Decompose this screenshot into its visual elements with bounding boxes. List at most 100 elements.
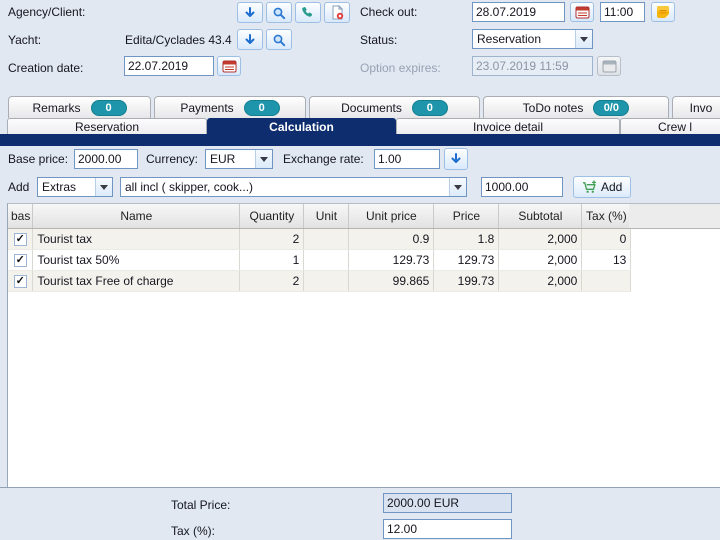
note-icon bbox=[656, 5, 670, 19]
cell-subtotal: 2,000 bbox=[499, 250, 582, 271]
option-expires-label: Option expires: bbox=[360, 61, 441, 75]
tab-invoice-cut[interactable]: Invo bbox=[672, 96, 720, 118]
active-tab-band bbox=[0, 134, 720, 146]
tab-reservation[interactable]: Reservation bbox=[7, 118, 207, 134]
tab-crew-list[interactable]: Crew l bbox=[620, 118, 720, 134]
add-type-select-value: Extras bbox=[38, 180, 95, 194]
cell-quantity: 2 bbox=[240, 229, 304, 250]
add-button-label: Add bbox=[601, 180, 622, 194]
cell-unit bbox=[304, 250, 349, 271]
search-icon bbox=[272, 33, 286, 47]
row-checkbox[interactable]: ✓ bbox=[14, 275, 27, 288]
cell-name: Tourist tax bbox=[33, 229, 240, 250]
exchange-rate-label: Exchange rate: bbox=[283, 152, 364, 166]
cell-unit-price: 99.865 bbox=[349, 271, 434, 292]
agency-remove-document-button[interactable] bbox=[324, 2, 350, 23]
tab-count-badge: 0 bbox=[412, 100, 448, 116]
yacht-label: Yacht: bbox=[8, 33, 41, 47]
table-row[interactable]: ✓ Tourist tax 2 0.9 1.8 2,000 0 bbox=[8, 229, 631, 250]
cell-name: Tourist tax Free of charge bbox=[33, 271, 240, 292]
total-price-field bbox=[383, 493, 512, 513]
yacht-down-arrow-button[interactable] bbox=[237, 29, 263, 50]
exchange-rate-input[interactable] bbox=[374, 149, 440, 169]
cell-tax: 13 bbox=[582, 250, 631, 271]
col-name[interactable]: Name bbox=[33, 204, 240, 229]
currency-select[interactable]: EUR bbox=[205, 149, 273, 169]
cell-subtotal: 2,000 bbox=[499, 271, 582, 292]
base-price-label: Base price: bbox=[8, 152, 68, 166]
row-checkbox[interactable]: ✓ bbox=[14, 233, 27, 246]
tab-documents[interactable]: Documents 0 bbox=[309, 96, 480, 118]
down-arrow-icon bbox=[243, 33, 257, 47]
agency-down-arrow-button[interactable] bbox=[237, 2, 263, 23]
cell-unit-price: 129.73 bbox=[349, 250, 434, 271]
cell-price: 1.8 bbox=[434, 229, 499, 250]
tab-invoice-detail[interactable]: Invoice detail bbox=[396, 118, 620, 134]
option-expires-input bbox=[472, 56, 593, 76]
row-checkbox[interactable]: ✓ bbox=[14, 254, 27, 267]
cell-quantity: 1 bbox=[240, 250, 304, 271]
tab-todo-notes[interactable]: ToDo notes 0/0 bbox=[483, 96, 669, 118]
status-select[interactable]: Reservation bbox=[472, 29, 593, 49]
table-row[interactable]: ✓ Tourist tax 50% 1 129.73 129.73 2,000 … bbox=[8, 250, 631, 271]
col-base[interactable]: bas bbox=[8, 204, 33, 229]
cart-plus-icon bbox=[582, 180, 597, 194]
creation-date-input[interactable] bbox=[124, 56, 214, 76]
tab-label: Invoice detail bbox=[473, 119, 543, 135]
calendar-icon bbox=[222, 59, 237, 73]
col-price[interactable]: Price bbox=[434, 204, 499, 229]
check-out-note-button[interactable] bbox=[651, 2, 675, 22]
table-header-row: bas Name Quantity Unit Unit price Price … bbox=[8, 204, 631, 229]
header-filler bbox=[629, 204, 720, 229]
col-unit-price[interactable]: Unit price bbox=[349, 204, 434, 229]
tab-label: ToDo notes bbox=[523, 101, 584, 115]
add-button[interactable]: Add bbox=[573, 176, 631, 198]
tab-label: Payments bbox=[180, 101, 233, 115]
chevron-down-icon bbox=[575, 30, 592, 48]
phone-icon bbox=[301, 6, 315, 20]
status-label: Status: bbox=[360, 33, 397, 47]
down-arrow-icon bbox=[449, 152, 463, 166]
cell-price: 129.73 bbox=[434, 250, 499, 271]
search-icon bbox=[272, 6, 286, 20]
yacht-search-button[interactable] bbox=[266, 29, 292, 50]
creation-date-calendar-button[interactable] bbox=[217, 56, 241, 76]
col-tax[interactable]: Tax (%) bbox=[582, 204, 631, 229]
extras-grid: bas Name Quantity Unit Unit price Price … bbox=[7, 203, 720, 487]
col-quantity[interactable]: Quantity bbox=[240, 204, 304, 229]
check-out-time-input[interactable] bbox=[600, 2, 645, 22]
down-arrow-icon bbox=[243, 6, 257, 20]
booking-window: Agency/Client: Yacht: Edita/Cyclades 43.… bbox=[0, 0, 720, 540]
agency-search-button[interactable] bbox=[266, 2, 292, 23]
cell-tax bbox=[582, 271, 631, 292]
col-subtotal[interactable]: Subtotal bbox=[499, 204, 582, 229]
tab-remarks[interactable]: Remarks 0 bbox=[8, 96, 151, 118]
tax-label: Tax (%): bbox=[171, 524, 215, 538]
yacht-value: Edita/Cyclades 43.4 bbox=[125, 33, 232, 47]
calendar-icon bbox=[575, 5, 590, 19]
tax-input[interactable] bbox=[383, 519, 512, 539]
add-price-input[interactable] bbox=[481, 177, 563, 197]
agency-phone-button[interactable] bbox=[295, 2, 321, 23]
check-out-label: Check out: bbox=[360, 5, 417, 19]
check-out-date-input[interactable] bbox=[472, 2, 565, 22]
tab-calculation[interactable]: Calculation bbox=[207, 118, 396, 134]
check-out-calendar-button[interactable] bbox=[570, 2, 594, 22]
chevron-down-icon bbox=[449, 178, 466, 196]
add-type-select[interactable]: Extras bbox=[37, 177, 113, 197]
base-price-input[interactable] bbox=[74, 149, 138, 169]
cell-unit bbox=[304, 271, 349, 292]
extras-table: bas Name Quantity Unit Unit price Price … bbox=[8, 204, 631, 292]
table-row[interactable]: ✓ Tourist tax Free of charge 2 99.865 19… bbox=[8, 271, 631, 292]
cell-quantity: 2 bbox=[240, 271, 304, 292]
chevron-down-icon bbox=[95, 178, 112, 196]
exchange-rate-apply-button[interactable] bbox=[444, 148, 468, 170]
chevron-down-icon bbox=[255, 150, 272, 168]
tab-payments[interactable]: Payments 0 bbox=[154, 96, 306, 118]
cell-name: Tourist tax 50% bbox=[33, 250, 240, 271]
cell-unit bbox=[304, 229, 349, 250]
add-item-select[interactable]: all incl ( skipper, cook...) bbox=[120, 177, 467, 197]
col-unit[interactable]: Unit bbox=[304, 204, 349, 229]
cell-price: 199.73 bbox=[434, 271, 499, 292]
agency-client-label: Agency/Client: bbox=[8, 5, 85, 19]
